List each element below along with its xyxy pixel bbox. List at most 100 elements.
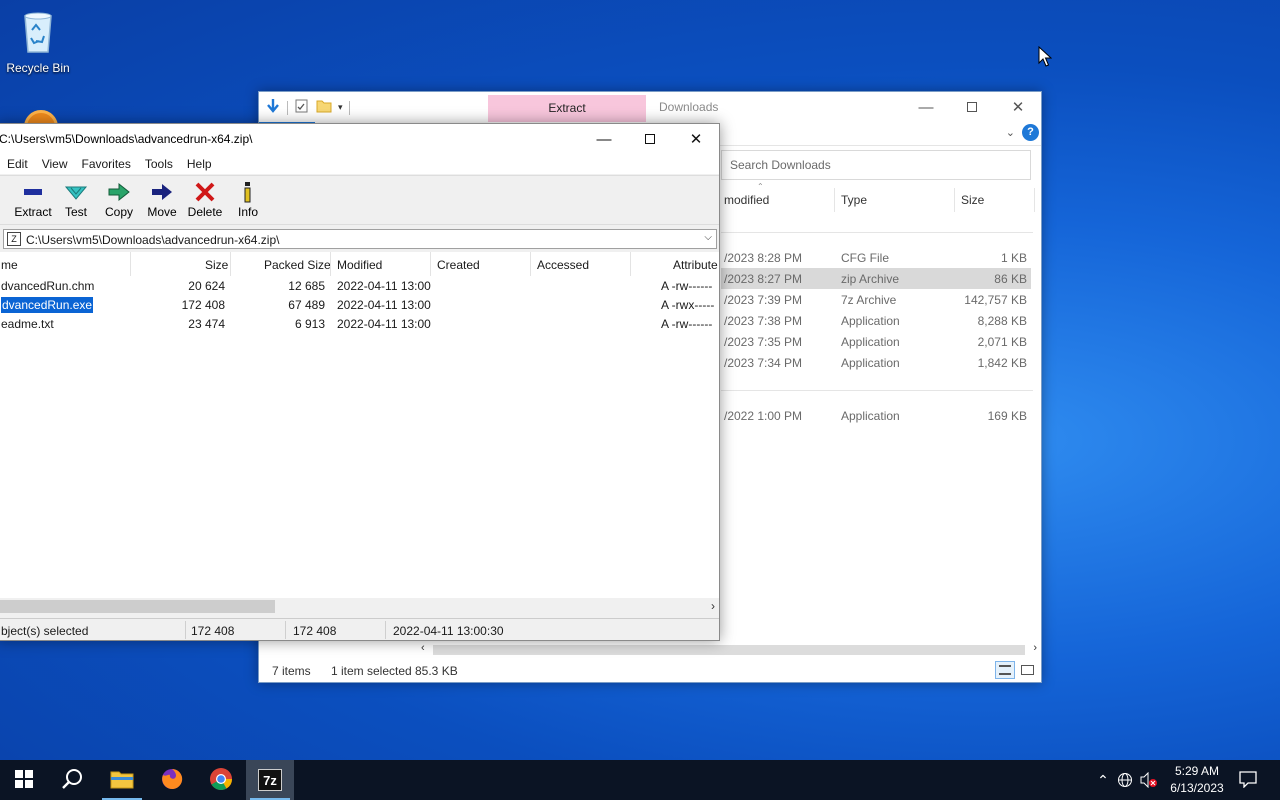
item-type: Application	[841, 409, 900, 423]
7zip-file-manager-window[interactable]: C:\Users\vm5\Downloads\advancedrun-x64.z…	[0, 123, 720, 641]
maximize-button[interactable]	[627, 124, 673, 154]
info-button[interactable]: Info	[225, 179, 271, 219]
start-button[interactable]	[0, 760, 48, 800]
mouse-cursor-icon	[1038, 45, 1053, 71]
column-header-name[interactable]: me	[1, 258, 18, 272]
list-item[interactable]: /2023 7:39 PM 7z Archive 142,757 KB	[721, 289, 1031, 310]
list-item[interactable]: /2023 8:27 PM zip Archive 86 KB	[721, 268, 1031, 289]
scroll-right-icon[interactable]: ›	[711, 599, 715, 613]
minimize-button[interactable]: —	[903, 92, 949, 122]
action-center-button[interactable]	[1226, 760, 1270, 800]
clock[interactable]: 5:29 AM 6/13/2023	[1162, 763, 1232, 797]
column-header-modified[interactable]: Modified	[337, 258, 382, 272]
selection-size: 172 408	[191, 624, 235, 638]
chevron-down-icon[interactable]: ⌵	[704, 232, 712, 243]
help-icon[interactable]: ?	[1022, 124, 1039, 141]
move-button[interactable]: Move	[139, 179, 185, 219]
large-icons-view-button[interactable]	[1017, 661, 1037, 679]
scroll-left-icon[interactable]: ‹	[421, 642, 425, 654]
chevron-up-icon[interactable]: ⌃	[1094, 772, 1112, 789]
address-bar[interactable]: Z C:\Users\vm5\Downloads\advancedrun-x64…	[3, 229, 717, 249]
file-attributes: A -rw------	[661, 279, 713, 293]
item-type: zip Archive	[841, 272, 900, 286]
explorer-title-bar[interactable]: ▾ Extract Downloads — ✕	[259, 92, 1041, 122]
column-header-type[interactable]: Type	[841, 193, 867, 207]
minimize-button[interactable]: —	[581, 124, 627, 154]
zip-title-bar[interactable]: C:\Users\vm5\Downloads\advancedrun-x64.z…	[0, 124, 719, 154]
column-separator	[530, 252, 531, 276]
scrollbar-thumb[interactable]	[0, 600, 275, 613]
item-date-modified: /2023 7:39 PM	[724, 293, 803, 307]
file-name: eadme.txt	[1, 317, 54, 331]
horizontal-scrollbar[interactable]: ›	[0, 598, 719, 615]
item-size: 2,071 KB	[977, 335, 1027, 349]
divider	[287, 100, 288, 115]
recycle-bin-icon	[0, 8, 76, 57]
menu-edit[interactable]: Edit	[0, 154, 35, 174]
chevron-down-icon[interactable]: ▾	[338, 102, 343, 113]
taskbar-firefox[interactable]	[148, 760, 196, 800]
7zip-icon: 7z	[258, 769, 282, 791]
partial-desktop-icon[interactable]	[24, 110, 60, 124]
new-folder-icon[interactable]	[316, 98, 332, 117]
taskbar-7zip[interactable]: 7z	[246, 760, 294, 800]
column-separator	[430, 252, 431, 276]
column-header-size[interactable]: Size	[961, 193, 984, 207]
extract-button[interactable]: Extract	[10, 179, 56, 219]
table-row[interactable]: dvancedRun.exe 172 408 67 489 2022-04-11 13…	[0, 295, 719, 314]
desktop-icon-recycle-bin[interactable]: Recycle Bin	[0, 8, 76, 75]
menu-favorites[interactable]: Favorites	[74, 154, 137, 174]
search-button[interactable]	[48, 760, 96, 800]
file-size: 172 408	[181, 298, 225, 312]
taskbar-chrome[interactable]	[197, 760, 245, 800]
test-button[interactable]: Test	[53, 179, 99, 219]
horizontal-scrollbar[interactable]: ‹ ›	[419, 642, 1039, 658]
notification-icon	[1239, 770, 1257, 791]
column-header-modified[interactable]: modified	[724, 193, 769, 207]
item-size: 8,288 KB	[977, 314, 1027, 328]
search-input[interactable]: Search Downloads	[721, 150, 1031, 180]
selection-packed-size: 172 408	[293, 624, 337, 638]
list-item[interactable]: /2023 7:38 PM Application 8,288 KB	[721, 310, 1031, 331]
list-item[interactable]: /2023 7:35 PM Application 2,071 KB	[721, 331, 1031, 352]
volume-muted-icon[interactable]	[1138, 772, 1160, 788]
list-item[interactable]: /2022 1:00 PM Application 169 KB	[721, 405, 1031, 426]
file-name: dvancedRun.exe	[0, 296, 95, 314]
column-header-attributes[interactable]: Attribute	[673, 258, 718, 272]
column-header-accessed[interactable]: Accessed	[537, 258, 589, 272]
close-button[interactable]: ✕	[673, 124, 719, 154]
column-header-created[interactable]: Created	[437, 258, 480, 272]
maximize-button[interactable]	[949, 92, 995, 122]
table-row[interactable]: dvancedRun.chm 20 624 12 685 2022-04-11 13:…	[0, 276, 719, 295]
item-size: 142,757 KB	[964, 293, 1027, 307]
menu-help[interactable]: Help	[180, 154, 219, 174]
file-packed-size: 67 489	[288, 298, 325, 312]
copy-button[interactable]: Copy	[96, 179, 142, 219]
list-item[interactable]: /2023 7:34 PM Application 1,842 KB	[721, 352, 1031, 373]
close-button[interactable]: ✕	[995, 92, 1041, 122]
scrollbar-thumb[interactable]	[433, 645, 1025, 655]
column-header-size[interactable]: Size	[205, 258, 228, 272]
delete-button[interactable]: Delete	[182, 179, 228, 219]
status-separator	[185, 621, 186, 639]
arrow-down-icon[interactable]	[265, 98, 281, 117]
details-view-button[interactable]	[995, 661, 1015, 679]
properties-icon[interactable]	[294, 98, 310, 117]
delete-label: Delete	[187, 205, 223, 219]
chevron-down-icon[interactable]: ⌄	[1006, 126, 1015, 139]
app-icon	[24, 110, 58, 124]
taskbar-file-explorer[interactable]	[98, 760, 146, 800]
folder-icon	[110, 769, 134, 792]
network-icon[interactable]	[1112, 772, 1138, 788]
item-type: Application	[841, 356, 900, 370]
scroll-right-icon[interactable]: ›	[1033, 642, 1037, 654]
column-header-packed-size[interactable]: Packed Size	[264, 258, 331, 272]
item-date-modified: /2023 8:28 PM	[724, 251, 803, 265]
clock-time: 5:29 AM	[1174, 764, 1220, 778]
list-item[interactable]: /2023 8:28 PM CFG File 1 KB	[721, 247, 1031, 268]
item-type: Application	[841, 314, 900, 328]
ribbon-context-tab-extract[interactable]: Extract	[488, 95, 646, 122]
menu-tools[interactable]: Tools	[138, 154, 180, 174]
menu-view[interactable]: View	[35, 154, 75, 174]
table-row[interactable]: eadme.txt 23 474 6 913 2022-04-11 13:00 A -r…	[0, 314, 719, 333]
